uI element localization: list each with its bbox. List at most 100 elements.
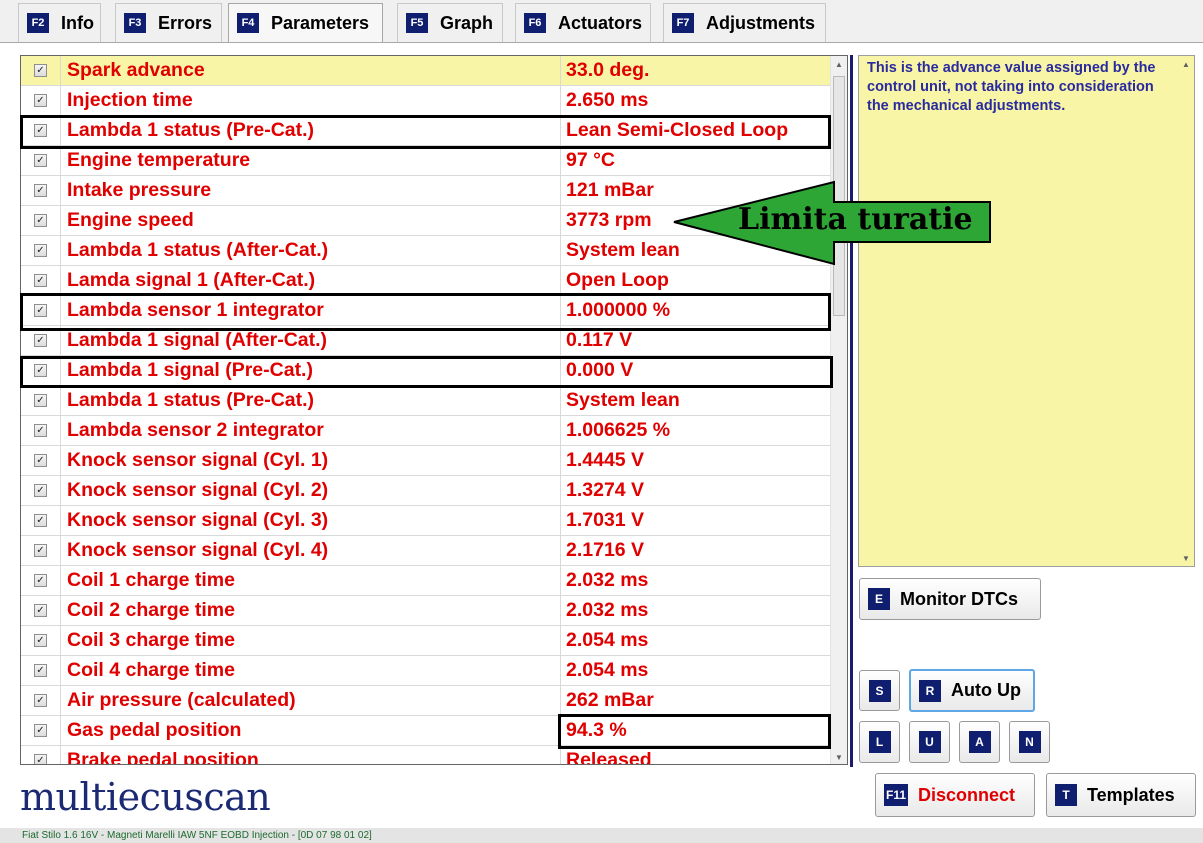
row-checkbox[interactable]: ✓: [34, 604, 47, 617]
row-checkbox[interactable]: ✓: [34, 514, 47, 527]
parameter-value: Open Loop: [566, 269, 669, 291]
parameter-name: Intake pressure: [61, 175, 561, 206]
scroll-down-arrow-icon[interactable]: ▼: [1178, 550, 1194, 566]
table-row[interactable]: ✓ Lambda sensor 1 integrator 1.000000 %: [21, 295, 831, 326]
row-checkbox[interactable]: ✓: [34, 124, 47, 137]
parameter-value: 0.117 V: [566, 329, 633, 351]
checkbox-cell: ✓: [21, 115, 61, 146]
table-row[interactable]: ✓ Coil 4 charge time 2.054 ms: [21, 655, 831, 686]
button-label: Auto Up: [951, 680, 1021, 700]
auto-up-button[interactable]: R Auto Up: [909, 669, 1035, 712]
row-checkbox[interactable]: ✓: [34, 574, 47, 587]
table-row[interactable]: ✓ Knock sensor signal (Cyl. 3) 1.7031 V: [21, 505, 831, 536]
table-scrollbar[interactable]: ▲ ▼: [830, 56, 847, 764]
row-checkbox[interactable]: ✓: [34, 154, 47, 167]
table-row[interactable]: ✓ Gas pedal position 94.3 %: [21, 715, 831, 746]
tab-actuators[interactable]: F6 Actuators: [515, 3, 651, 42]
description-scrollbar[interactable]: ▲ ▼: [1178, 56, 1194, 566]
tab-errors[interactable]: F3 Errors: [115, 3, 222, 42]
row-checkbox[interactable]: ✓: [34, 334, 47, 347]
f7-key-badge: F7: [672, 13, 694, 33]
table-row[interactable]: ✓ Lamda signal 1 (After-Cat.) Open Loop: [21, 265, 831, 296]
row-checkbox[interactable]: ✓: [34, 244, 47, 257]
parameter-name: Gas pedal position: [61, 715, 561, 746]
monitor-dtcs-button[interactable]: E Monitor DTCs: [859, 578, 1041, 620]
checkbox-cell: ✓: [21, 235, 61, 266]
row-checkbox[interactable]: ✓: [34, 364, 47, 377]
parameter-value: 94.3 %: [566, 719, 627, 741]
tab-parameters[interactable]: F4 Parameters: [228, 3, 383, 43]
row-checkbox[interactable]: ✓: [34, 184, 47, 197]
parameter-name: Lambda sensor 2 integrator: [61, 415, 561, 446]
parameter-value: System lean: [566, 389, 680, 411]
checkbox-cell: ✓: [21, 355, 61, 386]
row-checkbox[interactable]: ✓: [34, 64, 47, 77]
row-checkbox[interactable]: ✓: [34, 694, 47, 707]
parameter-value: Released: [566, 749, 652, 765]
table-row[interactable]: ✓ Spark advance 33.0 deg.: [21, 56, 831, 86]
parameter-value: 33.0 deg.: [566, 59, 650, 81]
parameters-table: ✓ Brake pedal position Released ✓ Gas pedal …: [20, 55, 848, 765]
checkbox-cell: ✓: [21, 745, 61, 764]
button-label: Templates: [1087, 784, 1175, 805]
table-row[interactable]: ✓ Coil 2 charge time 2.032 ms: [21, 595, 831, 626]
row-checkbox[interactable]: ✓: [34, 484, 47, 497]
u-button[interactable]: U: [909, 721, 950, 763]
parameter-name: Injection time: [61, 85, 561, 116]
templates-button[interactable]: T Templates: [1046, 773, 1196, 817]
row-checkbox[interactable]: ✓: [34, 754, 47, 764]
table-row[interactable]: ✓ Brake pedal position Released: [21, 745, 831, 765]
parameter-name: Air pressure (calculated): [61, 685, 561, 716]
table-row[interactable]: ✓ Coil 3 charge time 2.054 ms: [21, 625, 831, 656]
table-row[interactable]: ✓ Knock sensor signal (Cyl. 2) 1.3274 V: [21, 475, 831, 506]
table-row[interactable]: ✓ Air pressure (calculated) 262 mBar: [21, 685, 831, 716]
f5-key-badge: F5: [406, 13, 428, 33]
parameter-name: Coil 4 charge time: [61, 655, 561, 686]
row-checkbox[interactable]: ✓: [34, 424, 47, 437]
parameter-value: 1.006625 %: [566, 419, 671, 441]
row-checkbox[interactable]: ✓: [34, 634, 47, 647]
parameter-name: Brake pedal position: [61, 745, 561, 764]
n-button[interactable]: N: [1009, 721, 1050, 763]
table-row[interactable]: ✓ Coil 1 charge time 2.032 ms: [21, 565, 831, 596]
table-row[interactable]: ✓ Lambda 1 signal (Pre-Cat.) 0.000 V: [21, 355, 831, 386]
table-row[interactable]: ✓ Engine temperature 97 °C: [21, 145, 831, 176]
l-button[interactable]: L: [859, 721, 900, 763]
table-row[interactable]: ✓ Lambda 1 status (Pre-Cat.) System lean: [21, 385, 831, 416]
content-panel: ✓ Brake pedal position Released ✓ Gas pedal …: [0, 42, 1203, 828]
row-checkbox[interactable]: ✓: [34, 274, 47, 287]
f6-key-badge: F6: [524, 13, 546, 33]
row-checkbox[interactable]: ✓: [34, 724, 47, 737]
parameter-name: Coil 1 charge time: [61, 565, 561, 596]
parameter-name: Coil 2 charge time: [61, 595, 561, 626]
table-row[interactable]: ✓ Lambda sensor 2 integrator 1.006625 %: [21, 415, 831, 446]
parameter-name: Lambda sensor 1 integrator: [61, 295, 561, 326]
tab-info[interactable]: F2 Info: [18, 3, 101, 42]
disconnect-button[interactable]: F11 Disconnect: [875, 773, 1035, 817]
annotation-label: Limita turatie: [738, 202, 973, 237]
row-checkbox[interactable]: ✓: [34, 664, 47, 677]
row-checkbox[interactable]: ✓: [34, 544, 47, 557]
f11-key-badge: F11: [884, 784, 909, 806]
table-row[interactable]: ✓ Lambda 1 signal (After-Cat.) 0.117 V: [21, 325, 831, 356]
table-row[interactable]: ✓ Injection time 2.650 ms: [21, 85, 831, 116]
row-checkbox[interactable]: ✓: [34, 394, 47, 407]
table-row[interactable]: ✓ Knock sensor signal (Cyl. 1) 1.4445 V: [21, 445, 831, 476]
tab-graph[interactable]: F5 Graph: [397, 3, 503, 42]
row-checkbox[interactable]: ✓: [34, 454, 47, 467]
row-checkbox[interactable]: ✓: [34, 94, 47, 107]
scroll-down-arrow-icon[interactable]: ▼: [831, 749, 847, 764]
s-button[interactable]: S: [859, 670, 900, 711]
checkbox-cell: ✓: [21, 325, 61, 356]
a-button[interactable]: A: [959, 721, 1000, 763]
parameter-name: Lambda 1 signal (Pre-Cat.): [61, 355, 561, 386]
scroll-up-arrow-icon[interactable]: ▲: [1178, 56, 1194, 72]
checkbox-cell: ✓: [21, 535, 61, 566]
row-checkbox[interactable]: ✓: [34, 214, 47, 227]
parameter-name: Lambda 1 signal (After-Cat.): [61, 325, 561, 356]
table-row[interactable]: ✓ Knock sensor signal (Cyl. 4) 2.1716 V: [21, 535, 831, 566]
row-checkbox[interactable]: ✓: [34, 304, 47, 317]
scroll-up-arrow-icon[interactable]: ▲: [831, 56, 847, 73]
table-row[interactable]: ✓ Lambda 1 status (Pre-Cat.) Lean Semi-Clo…: [21, 115, 831, 146]
tab-adjustments[interactable]: F7 Adjustments: [663, 3, 826, 42]
